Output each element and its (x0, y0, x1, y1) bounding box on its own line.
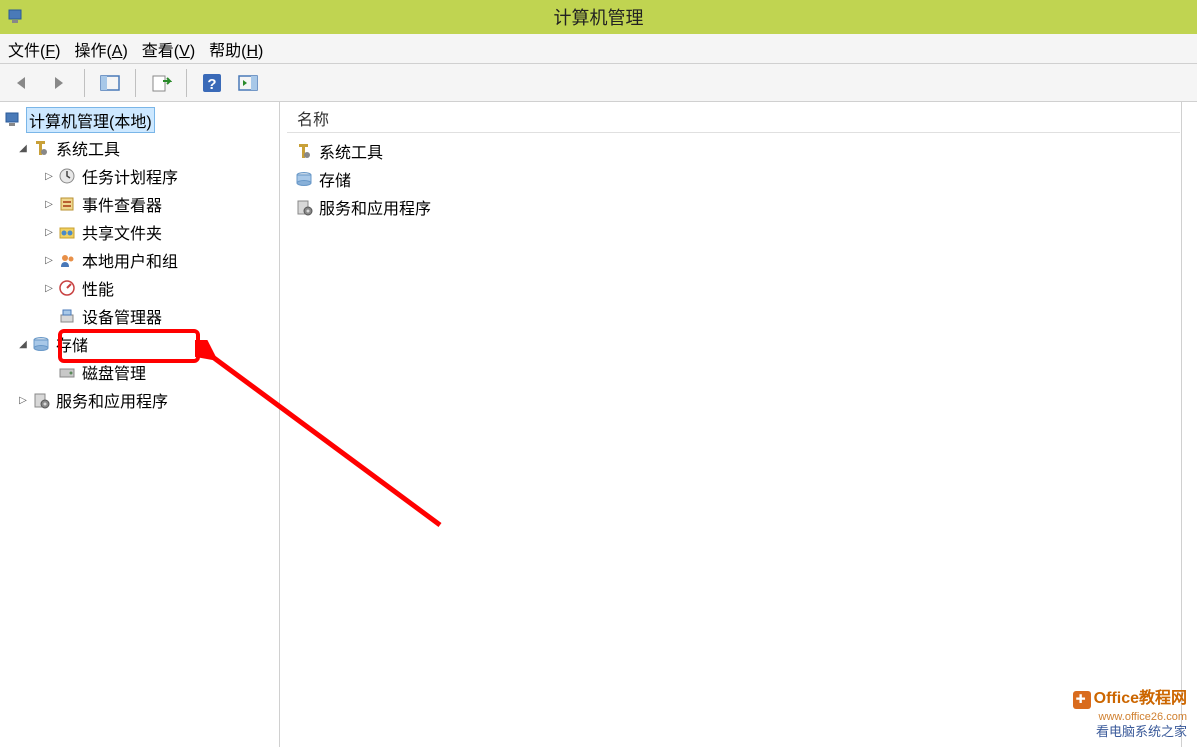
toolbar-separator (186, 69, 187, 97)
toolbar-separator (84, 69, 85, 97)
list-item-storage[interactable]: 存储 (287, 165, 1180, 193)
storage-icon (293, 169, 315, 189)
tree-services-apps[interactable]: ▷ 服务和应用程序 (2, 386, 277, 414)
toolbar: ? (0, 64, 1197, 102)
menu-action[interactable]: 操作(A) (74, 37, 127, 61)
watermark-line3: 看电脑系统之家 (1073, 724, 1187, 741)
list-body: 系统工具 存储 服务和应用程序 (287, 133, 1180, 225)
collapse-icon[interactable]: ◢ (16, 339, 30, 350)
clock-icon (56, 166, 78, 186)
titlebar: 计算机管理 (0, 0, 1197, 34)
tree-label: 共享文件夹 (80, 219, 164, 245)
list-header-name[interactable]: 名称 (287, 103, 1180, 133)
app-icon (5, 6, 27, 28)
watermark-icon (1073, 691, 1091, 709)
list-pane: 名称 系统工具 存储 服务和应用程序 (280, 102, 1197, 747)
action-pane-edge (1181, 102, 1191, 747)
tree-label: 设备管理器 (80, 303, 164, 329)
tree-label: 服务和应用程序 (54, 387, 170, 413)
menu-file[interactable]: 文件(F) (8, 37, 60, 61)
disk-icon (56, 362, 78, 382)
forward-button[interactable] (44, 68, 74, 98)
expand-icon[interactable]: ▷ (42, 199, 56, 210)
performance-icon (56, 278, 78, 298)
collapse-icon[interactable]: ◢ (16, 143, 30, 154)
list-item-label: 服务和应用程序 (319, 195, 431, 219)
expand-icon[interactable]: ▷ (42, 227, 56, 238)
menubar: 文件(F) 操作(A) 查看(V) 帮助(H) (0, 34, 1197, 64)
menu-help[interactable]: 帮助(H) (209, 37, 263, 61)
back-button[interactable] (8, 68, 38, 98)
tree-shared-folders[interactable]: ▷ 共享文件夹 (2, 218, 277, 246)
expand-icon[interactable]: ▷ (42, 283, 56, 294)
shared-folders-icon (56, 222, 78, 242)
list-item-label: 系统工具 (319, 139, 383, 163)
toolbar-separator (135, 69, 136, 97)
watermark-line2: www.office26.com (1073, 710, 1187, 724)
tree-label: 存储 (54, 331, 90, 357)
tree-device-manager[interactable]: 设备管理器 (2, 302, 277, 330)
column-header-label: 名称 (297, 106, 329, 130)
tree-label: 计算机管理(本地) (26, 107, 155, 133)
tree-label: 任务计划程序 (80, 163, 180, 189)
services-icon (30, 390, 52, 410)
tree-disk-management[interactable]: 磁盘管理 (2, 358, 277, 386)
tree-storage[interactable]: ◢ 存储 (2, 330, 277, 358)
list-item-label: 存储 (319, 167, 351, 191)
export-button[interactable] (146, 68, 176, 98)
expand-icon[interactable]: ▷ (42, 171, 56, 182)
help-button[interactable]: ? (197, 68, 227, 98)
tree-label: 性能 (80, 275, 116, 301)
list-item-services-apps[interactable]: 服务和应用程序 (287, 193, 1180, 221)
storage-icon (30, 334, 52, 354)
tree-local-users[interactable]: ▷ 本地用户和组 (2, 246, 277, 274)
menu-view[interactable]: 查看(V) (142, 37, 195, 61)
watermark: Office教程网 www.office26.com 看电脑系统之家 (1073, 689, 1187, 741)
tree-label: 磁盘管理 (80, 359, 148, 385)
list-item-system-tools[interactable]: 系统工具 (287, 137, 1180, 165)
show-hide-button[interactable] (95, 68, 125, 98)
users-icon (56, 250, 78, 270)
services-icon (293, 197, 315, 217)
tree-label: 事件查看器 (80, 191, 164, 217)
event-viewer-icon (56, 194, 78, 214)
expand-icon[interactable]: ▷ (16, 395, 30, 406)
action-pane-button[interactable] (233, 68, 263, 98)
tree-task-scheduler[interactable]: ▷ 任务计划程序 (2, 162, 277, 190)
watermark-line1: Office教程网 (1094, 690, 1187, 707)
tree-pane: 计算机管理(本地) ◢ 系统工具 ▷ 任务计划程序 ▷ 事件查看器 ▷ 共享文件… (0, 102, 280, 747)
tree-label: 本地用户和组 (80, 247, 180, 273)
tools-icon (30, 138, 52, 158)
svg-text:?: ? (207, 76, 216, 93)
computer-management-icon (2, 110, 24, 130)
tree-root[interactable]: 计算机管理(本地) (2, 106, 277, 134)
window-title: 计算机管理 (554, 4, 644, 30)
tools-icon (293, 141, 315, 161)
tree-event-viewer[interactable]: ▷ 事件查看器 (2, 190, 277, 218)
tree-system-tools[interactable]: ◢ 系统工具 (2, 134, 277, 162)
expand-icon[interactable]: ▷ (42, 255, 56, 266)
device-manager-icon (56, 306, 78, 326)
tree-label: 系统工具 (54, 135, 122, 161)
tree: 计算机管理(本地) ◢ 系统工具 ▷ 任务计划程序 ▷ 事件查看器 ▷ 共享文件… (2, 106, 277, 414)
content-area: 计算机管理(本地) ◢ 系统工具 ▷ 任务计划程序 ▷ 事件查看器 ▷ 共享文件… (0, 102, 1197, 747)
tree-performance[interactable]: ▷ 性能 (2, 274, 277, 302)
